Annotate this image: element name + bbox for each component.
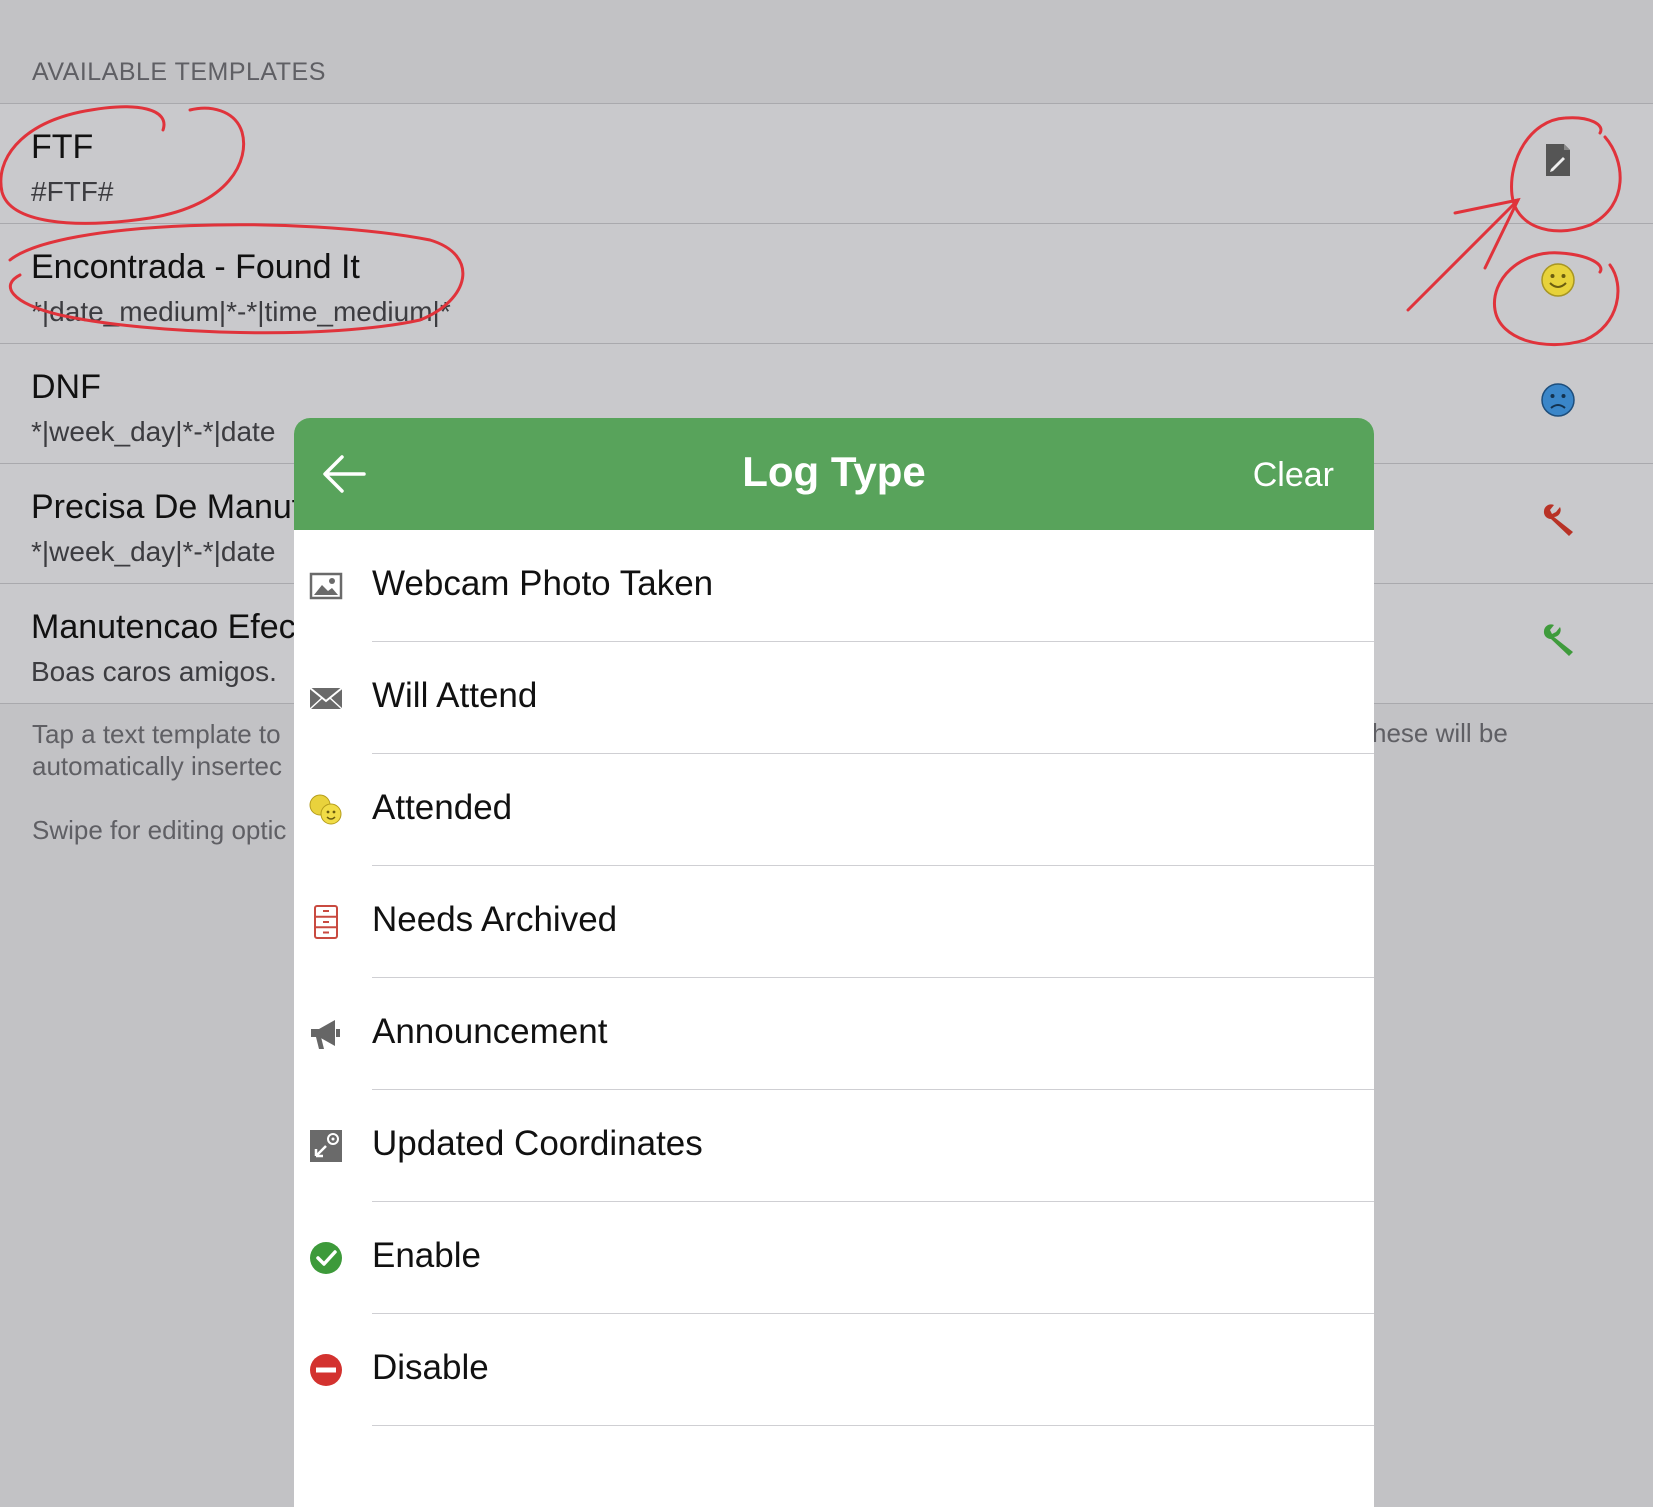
log-type-label: Announcement <box>372 1012 608 1051</box>
template-title: Encontrada - Found It <box>31 248 360 286</box>
template-title: Precisa De Manut <box>31 488 302 526</box>
log-type-label: Webcam Photo Taken <box>372 564 714 603</box>
log-type-label: Updated Coordinates <box>372 1124 703 1163</box>
footer-hint-right: hese will be <box>1372 718 1508 748</box>
log-type-item-needs-archived[interactable]: Needs Archived <box>294 866 1374 978</box>
log-type-item-disable[interactable]: Disable <box>294 1314 1374 1426</box>
envelope-icon <box>309 687 343 710</box>
template-title: Manutencao Efec <box>31 608 296 646</box>
template-body: *|week_day|*-*|date <box>31 416 276 447</box>
wrench-green-icon[interactable] <box>1540 622 1576 658</box>
modal-header: Log Type Clear <box>294 418 1374 530</box>
footer-hint-line2: automatically insertec <box>32 751 282 781</box>
file-cabinet-icon <box>314 905 338 939</box>
coordinates-icon <box>310 1130 342 1162</box>
log-type-item-will-attend[interactable]: Will Attend <box>294 642 1374 754</box>
clear-button[interactable]: Clear <box>1253 456 1334 495</box>
log-type-label: Needs Archived <box>372 900 618 939</box>
template-body: *|date_medium|*-*|time_medium|* <box>31 296 451 327</box>
log-type-label: Will Attend <box>372 676 538 715</box>
section-header: AVAILABLE TEMPLATES <box>32 58 326 86</box>
template-body: *|week_day|*-*|date <box>31 536 276 567</box>
image-icon <box>309 572 343 600</box>
template-row[interactable]: Encontrada - Found It *|date_medium|*-*|… <box>0 224 1653 344</box>
template-row[interactable]: FTF #FTF# <box>0 104 1653 224</box>
divider <box>372 1425 1374 1426</box>
log-type-list: Webcam Photo Taken Will Attend Attended <box>294 530 1374 1426</box>
template-title: DNF <box>31 368 101 406</box>
template-body: Boas caros amigos. <box>31 656 277 687</box>
frown-icon[interactable] <box>1540 382 1576 418</box>
log-type-label: Attended <box>372 788 513 827</box>
back-arrow-icon[interactable] <box>318 448 370 500</box>
minus-circle-icon <box>310 1354 342 1386</box>
megaphone-icon <box>311 1020 340 1049</box>
modal-title: Log Type <box>742 448 926 495</box>
log-type-item-enable[interactable]: Enable <box>294 1202 1374 1314</box>
check-circle-icon <box>310 1242 342 1274</box>
log-type-item-webcam-photo-taken[interactable]: Webcam Photo Taken <box>294 530 1374 642</box>
smiley-icon[interactable] <box>1540 262 1576 298</box>
note-edit-icon[interactable] <box>1540 142 1576 178</box>
log-type-item-updated-coordinates[interactable]: Updated Coordinates <box>294 1090 1374 1202</box>
footer-swipe-hint: Swipe for editing optic <box>32 815 287 845</box>
two-smileys-icon <box>309 794 342 825</box>
log-type-item-attended[interactable]: Attended <box>294 754 1374 866</box>
wrench-red-icon[interactable] <box>1540 502 1576 538</box>
template-body: #FTF# <box>31 176 114 207</box>
log-type-label: Disable <box>372 1348 489 1387</box>
footer-hint-line1: Tap a text template to <box>32 719 281 749</box>
log-type-item-announcement[interactable]: Announcement <box>294 978 1374 1090</box>
template-title: FTF <box>31 128 94 166</box>
log-type-label: Enable <box>372 1236 481 1275</box>
log-type-modal: Log Type Clear Webcam Photo Taken Will A… <box>294 418 1374 1507</box>
